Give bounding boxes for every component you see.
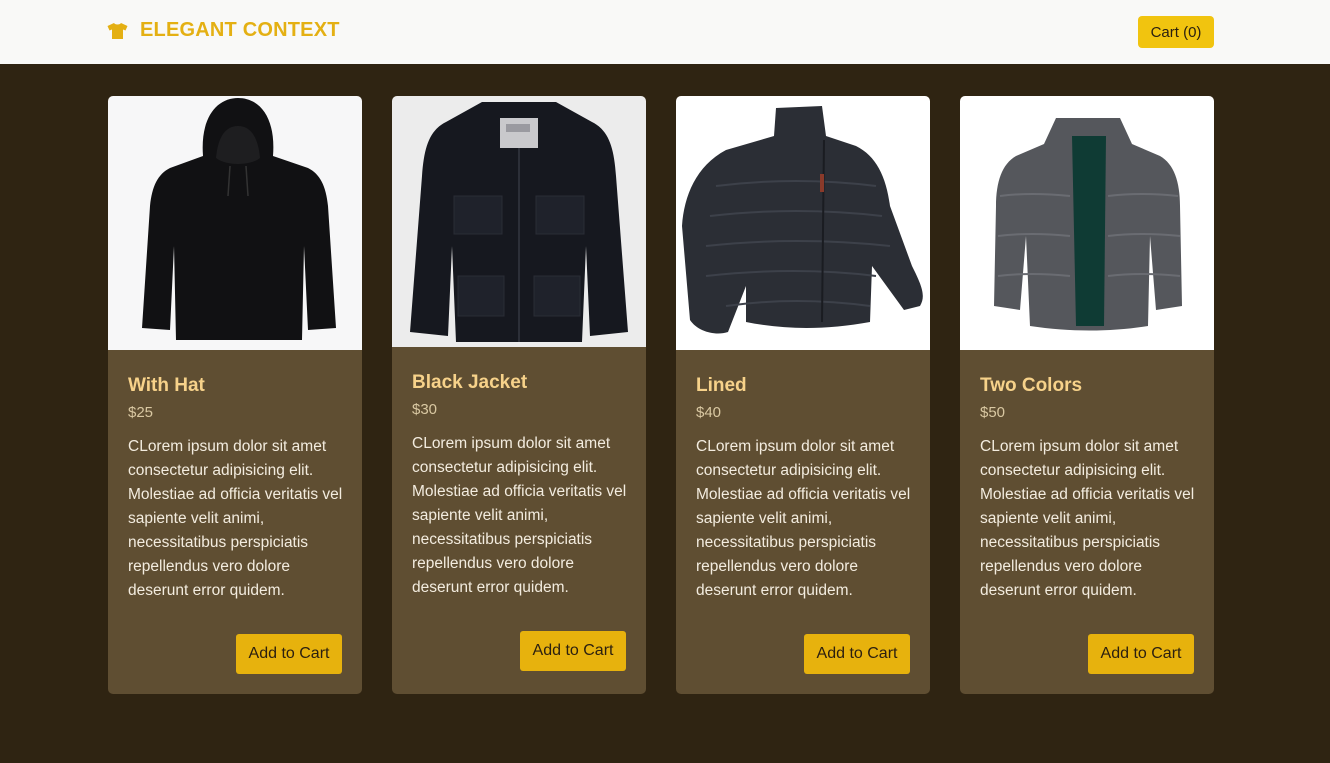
add-to-cart-button[interactable]: Add to Cart [520, 631, 626, 671]
product-price: $40 [696, 403, 722, 421]
puffer-jacket-image[interactable] [676, 96, 930, 350]
product-description: CLorem ipsum dolor sit amet consectetur … [128, 437, 343, 599]
product-description: CLorem ipsum dolor sit amet consectetur … [412, 434, 627, 596]
product-title: Lined [696, 375, 747, 396]
product-description: CLorem ipsum dolor sit amet consectetur … [980, 437, 1195, 599]
add-to-cart-button[interactable]: Add to Cart [236, 634, 342, 674]
product-title: With Hat [128, 375, 205, 396]
brand-name: ELEGANT CONTEXT [140, 19, 340, 41]
tshirt-icon [107, 22, 128, 40]
add-to-cart-button[interactable]: Add to Cart [804, 634, 910, 674]
product-price: $30 [412, 400, 438, 418]
product-price: $25 [128, 403, 154, 421]
product-card: Two Colors $50 CLorem ipsum dolor sit am… [960, 96, 1214, 694]
brand[interactable]: ELEGANT CONTEXT [107, 19, 340, 42]
product-card: Lined $40 CLorem ipsum dolor sit amet co… [676, 96, 930, 694]
product-title: Black Jacket [412, 372, 528, 393]
product-title: Two Colors [980, 375, 1083, 396]
black-hoodie-image[interactable] [108, 96, 362, 350]
navbar: ELEGANT CONTEXT Cart (0) [0, 0, 1330, 64]
add-to-cart-button[interactable]: Add to Cart [1088, 634, 1194, 674]
product-card: Black Jacket $30 CLorem ipsum dolor sit … [392, 96, 646, 694]
black-jacket-image[interactable] [392, 96, 646, 347]
grey-puffer-jacket-image[interactable] [960, 96, 1214, 350]
product-card: With Hat $25 CLorem ipsum dolor sit amet… [108, 96, 362, 694]
cart-button[interactable]: Cart (0) [1138, 16, 1214, 48]
product-description: CLorem ipsum dolor sit amet consectetur … [696, 437, 911, 599]
product-price: $50 [980, 403, 1006, 421]
